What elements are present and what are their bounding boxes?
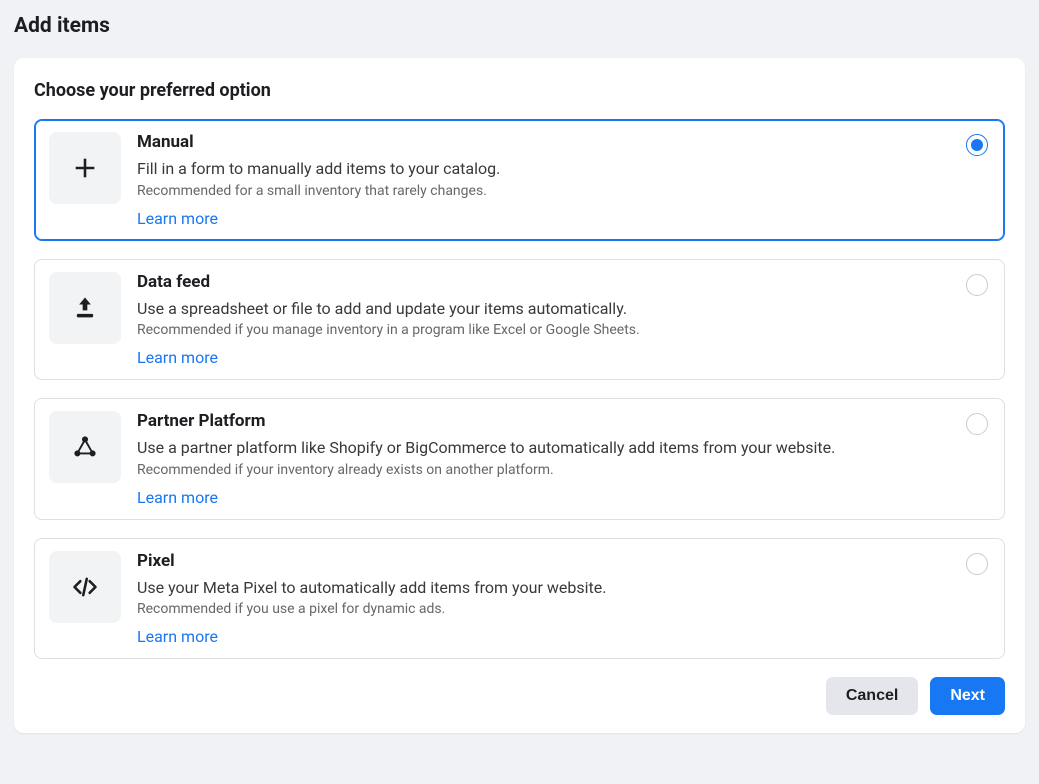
option-description: Use a spreadsheet or file to add and upd… (137, 298, 948, 320)
option-title: Pixel (137, 551, 948, 571)
options-card: Choose your preferred option Manual Fill… (14, 58, 1025, 733)
next-button[interactable]: Next (930, 677, 1005, 715)
section-title: Choose your preferred option (34, 80, 1005, 101)
learn-more-link[interactable]: Learn more (137, 209, 218, 228)
radio-manual[interactable] (966, 134, 988, 156)
option-body: Manual Fill in a form to manually add it… (121, 132, 988, 228)
option-recommended: Recommended for a small inventory that r… (137, 183, 948, 199)
option-description: Fill in a form to manually add items to … (137, 158, 948, 180)
learn-more-link[interactable]: Learn more (137, 348, 218, 367)
footer-actions: Cancel Next (34, 677, 1005, 715)
option-recommended: Recommended if you use a pixel for dynam… (137, 601, 948, 617)
nodes-icon (49, 411, 121, 483)
option-pixel[interactable]: Pixel Use your Meta Pixel to automatical… (34, 538, 1005, 660)
cancel-button[interactable]: Cancel (826, 677, 918, 715)
option-data-feed[interactable]: Data feed Use a spreadsheet or file to a… (34, 259, 1005, 381)
upload-icon (49, 272, 121, 344)
learn-more-link[interactable]: Learn more (137, 488, 218, 507)
page-title: Add items (14, 14, 1025, 38)
radio-pixel[interactable] (966, 553, 988, 575)
radio-data-feed[interactable] (966, 274, 988, 296)
option-body: Partner Platform Use a partner platform … (121, 411, 988, 507)
option-partner-platform[interactable]: Partner Platform Use a partner platform … (34, 398, 1005, 520)
option-manual[interactable]: Manual Fill in a form to manually add it… (34, 119, 1005, 241)
option-body: Pixel Use your Meta Pixel to automatical… (121, 551, 988, 647)
option-recommended: Recommended if your inventory already ex… (137, 462, 948, 478)
option-title: Partner Platform (137, 411, 948, 431)
code-icon (49, 551, 121, 623)
learn-more-link[interactable]: Learn more (137, 627, 218, 646)
plus-icon (49, 132, 121, 204)
option-title: Data feed (137, 272, 948, 292)
option-description: Use your Meta Pixel to automatically add… (137, 577, 948, 599)
option-description: Use a partner platform like Shopify or B… (137, 437, 948, 459)
option-body: Data feed Use a spreadsheet or file to a… (121, 272, 988, 368)
option-title: Manual (137, 132, 948, 152)
option-recommended: Recommended if you manage inventory in a… (137, 322, 948, 338)
